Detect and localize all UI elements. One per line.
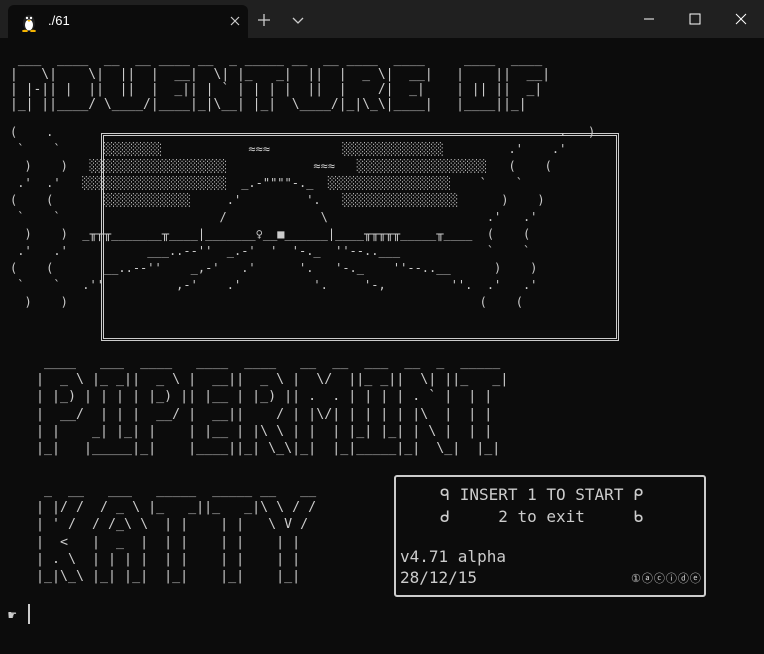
adventure-of-ascii-title: ___ ____ __ __ ____ __ _ _____ __ __ ___…	[10, 52, 551, 112]
linux-penguin-icon	[22, 15, 36, 32]
title-bar: ./61	[0, 0, 764, 38]
katty-ascii-title: _ __ ___ _____ _____ __ __ | |/ / / _ \ …	[36, 483, 317, 585]
chevron-down-icon[interactable]	[290, 12, 306, 28]
circled-letters-mark: ①ⓐⓒⓘⓓⓔ	[631, 572, 702, 585]
start-menu-box: ᑫ INSERT 1 TO START ᑭ ᑯ 2 to exit ᑲ v4.7…	[394, 475, 706, 597]
terminal-tab[interactable]: ./61	[8, 5, 248, 38]
terminal-area[interactable]: ___ ____ __ __ ____ __ _ _____ __ __ ___…	[0, 38, 764, 654]
exit-option: ᑯ 2 to exit ᑲ	[440, 507, 644, 526]
new-tab-plus-icon[interactable]	[256, 12, 272, 28]
close-icon	[735, 13, 747, 25]
date-label: 28/12/15	[400, 568, 478, 587]
tab-close-icon[interactable]	[228, 14, 242, 28]
minimize-button[interactable]	[626, 0, 672, 38]
tab-title: ./61	[48, 13, 70, 28]
start-option: ᑫ INSERT 1 TO START ᑭ	[440, 485, 644, 504]
sunset-ascii-scene: ( . . ) ` ` ░░░░░░░░ ≈≈≈ ░░░░░░░░░░░░░░ …	[10, 125, 596, 309]
version-label: v4.71 alpha	[400, 547, 506, 566]
maximize-icon	[689, 13, 701, 25]
pointing-hand-prompt-icon: ☛	[8, 608, 17, 624]
pipermint-ascii-title: ____ ___ ____ ____ ____ __ __ ___ __ _ _…	[36, 355, 509, 457]
close-button[interactable]	[718, 0, 764, 38]
text-cursor	[28, 604, 30, 624]
minimize-icon	[644, 18, 654, 20]
maximize-button[interactable]	[672, 0, 718, 38]
